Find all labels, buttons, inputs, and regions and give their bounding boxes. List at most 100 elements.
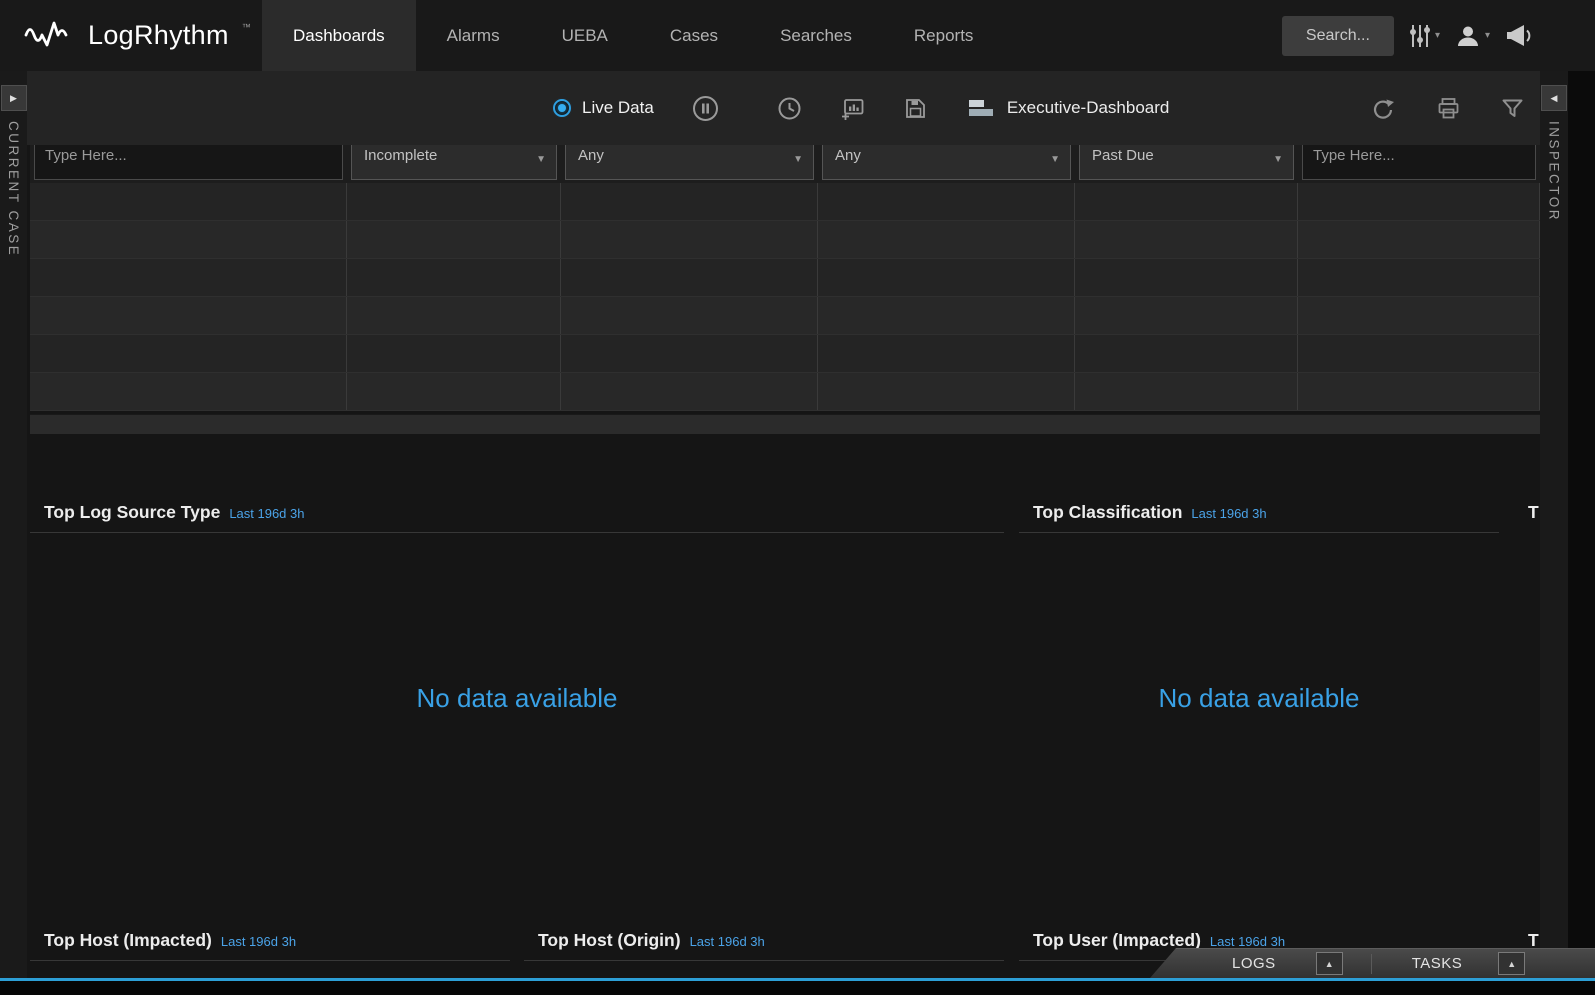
table-cell [30,335,347,372]
filter-cell [30,145,347,183]
widget-timeframe: Last 196d 3h [690,934,765,949]
table-row[interactable] [30,335,1540,373]
nav-tab-ueba[interactable]: UEBA [531,0,639,71]
horizontal-scrollbar[interactable] [30,414,1540,434]
dashboard-content: Incomplete ▼ Any ▼ Any ▼ Past Due [27,145,1540,978]
cases-filter-row: Incomplete ▼ Any ▼ Any ▼ Past Due [30,145,1540,183]
widget-top-log-source-type: Top Log Source Type Last 196d 3h No data… [30,490,1004,915]
widget-title: Top Classification [1033,502,1182,523]
search-button[interactable]: Search... [1282,16,1394,56]
widget-header: Top Host (Origin) Last 196d 3h [524,918,1004,951]
table-cell [1298,373,1540,410]
table-cell [347,221,561,258]
logs-panel-tab[interactable]: LOGS [1232,955,1276,972]
nav-tab-searches[interactable]: Searches [749,0,883,71]
chevron-down-icon: ▾ [1435,30,1440,41]
arrow-right-icon: ▶ [10,93,17,104]
user-icon [1455,23,1481,49]
table-cell [818,183,1075,220]
table-cell [818,335,1075,372]
undo-button[interactable] [1371,96,1396,121]
widget-body: No data available [30,533,1004,863]
table-cell [30,373,347,410]
live-data-radio-icon [553,99,571,117]
widget-title: T [1528,930,1539,951]
table-row[interactable] [30,221,1540,259]
print-button[interactable] [1436,96,1461,121]
table-row[interactable] [30,297,1540,335]
status-filter-select[interactable]: Incomplete ▼ [351,145,557,180]
owner-filter-select[interactable]: Any ▼ [822,145,1071,180]
save-dashboard-button[interactable] [903,96,928,121]
top-nav-bar: LogRhythm ™ Dashboards Alarms UEBA Cases… [0,0,1595,71]
table-row[interactable] [30,373,1540,411]
live-data-toggle[interactable]: Live Data [553,98,654,118]
table-cell [30,297,347,334]
triangle-up-icon: ▲ [1507,959,1516,969]
priority-filter-select[interactable]: Any ▼ [565,145,814,180]
tasks-expand-button[interactable]: ▲ [1498,952,1525,975]
time-range-button[interactable] [777,96,802,121]
tasks-panel-tab[interactable]: TASKS [1412,955,1463,972]
nav-tab-cases[interactable]: Cases [639,0,749,71]
widget-divider [524,960,1004,961]
dashboard-toolbar: Live Data [27,71,1540,145]
bottom-panel-bar: LOGS ▲ TASKS ▲ [1150,948,1595,978]
widget-header: T [1514,490,1540,523]
widget-header: Top Host (Impacted) Last 196d 3h [30,918,510,951]
nav-tab-reports[interactable]: Reports [883,0,1005,71]
widget-timeframe: Last 196d 3h [229,506,304,521]
tag-filter-input[interactable] [1302,145,1536,180]
widget-clipped-right-top: T [1514,490,1540,915]
current-case-rail: ▶ CURRENT CASE [0,71,27,978]
triangle-up-icon: ▲ [1325,959,1334,969]
expand-inspector-button[interactable]: ◀ [1541,85,1567,111]
toolbar-right-group [1371,71,1524,145]
table-cell [1075,183,1298,220]
table-rows [30,183,1540,411]
filter-cell: Incomplete ▼ [347,145,561,183]
table-cell [1298,259,1540,296]
header-actions: Search... ▾ ▾ [1282,0,1595,71]
widget-timeframe: Last 196d 3h [1210,934,1285,949]
table-cell [1298,183,1540,220]
add-widget-button[interactable] [840,96,865,121]
dashboard-layout-icon [968,97,996,119]
case-name-filter-input[interactable] [34,145,343,180]
table-cell [561,183,818,220]
due-date-filter-select[interactable]: Past Due ▼ [1079,145,1294,180]
table-cell [1075,297,1298,334]
chevron-down-icon: ▾ [1485,30,1490,41]
table-row[interactable] [30,259,1540,297]
widget-top-host-origin: Top Host (Origin) Last 196d 3h [524,918,1004,978]
widget-header: Top Log Source Type Last 196d 3h [30,490,1004,523]
chevron-down-icon: ▼ [1050,154,1060,165]
table-row[interactable] [30,183,1540,221]
dashboard-selector[interactable]: Executive-Dashboard [968,97,1170,119]
nav-tab-alarms[interactable]: Alarms [416,0,531,71]
owner-filter-value: Any [835,147,861,164]
current-case-tab[interactable]: CURRENT CASE [6,121,21,257]
inspector-tab[interactable]: INSPECTOR [1547,121,1562,222]
table-cell [561,335,818,372]
megaphone-icon [1505,22,1535,50]
filter-button[interactable] [1501,97,1524,120]
table-cell [347,183,561,220]
table-cell [347,297,561,334]
widget-divider [30,960,510,961]
nav-tab-dashboards[interactable]: Dashboards [262,0,416,71]
pause-button[interactable] [692,95,719,122]
user-menu[interactable]: ▾ [1455,23,1490,49]
table-cell [818,221,1075,258]
table-cell [1298,335,1540,372]
table-cell [818,373,1075,410]
expand-current-case-button[interactable]: ▶ [1,85,27,111]
table-cell [1298,221,1540,258]
logrhythm-wave-icon [24,19,76,53]
announcements-button[interactable] [1505,22,1535,50]
right-gutter [1568,71,1595,978]
logs-expand-button[interactable]: ▲ [1316,952,1343,975]
preferences-menu[interactable]: ▾ [1409,23,1440,49]
table-cell [1075,259,1298,296]
table-cell [818,297,1075,334]
